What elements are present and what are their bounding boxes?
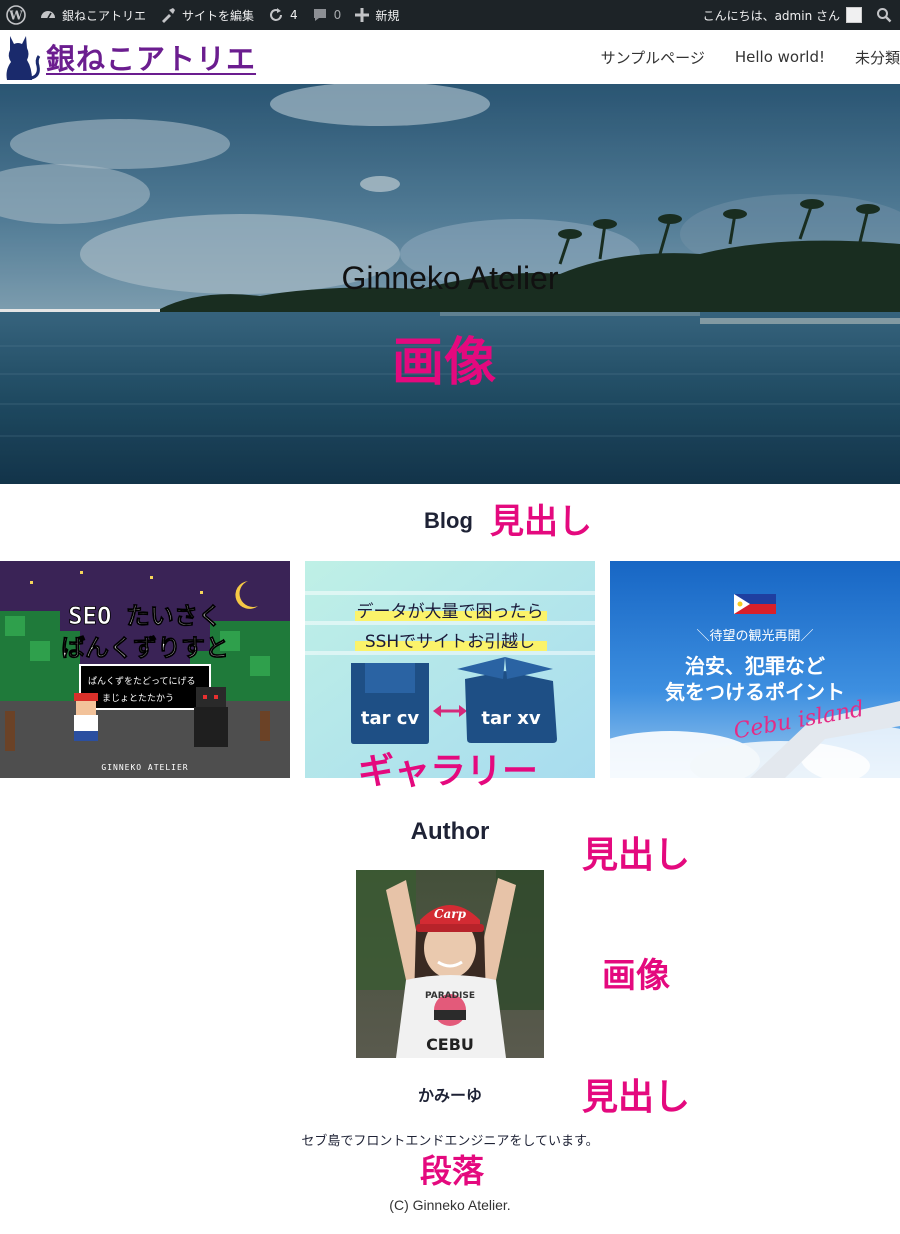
- ssh-line2: SSHでサイトお引越し: [365, 632, 535, 652]
- blog-heading: Blog: [424, 508, 473, 533]
- wordpress-icon: W: [6, 5, 26, 25]
- nav-item-hello-world[interactable]: Hello world!: [735, 48, 825, 66]
- customize-menu[interactable]: サイトを編集: [153, 0, 261, 30]
- witch-character: [194, 687, 228, 747]
- gallery-item-seo[interactable]: SEO たいさく ばんくずりすと ぱんくずをたどってにげる まじょとたたかう G…: [0, 561, 290, 778]
- search-menu[interactable]: [869, 0, 900, 30]
- hero-cover: Ginneko Atelier 画像: [0, 84, 900, 484]
- author-image-annotation: 画像: [602, 956, 670, 996]
- hero-title: Ginneko Atelier: [341, 260, 559, 296]
- author-photo: Carp PARADISE CEBU: [356, 870, 544, 1058]
- cap-text: Carp: [434, 907, 467, 921]
- my-account-menu[interactable]: こんにちは、admin さん: [696, 0, 869, 30]
- updates-count: 4: [290, 8, 298, 22]
- hero-annotation: 画像: [392, 333, 497, 393]
- site-header: 銀ねこアトリエ サンプルページ Hello world! 未分類: [0, 30, 900, 84]
- ssh-line1: データが大量で困ったら: [357, 601, 544, 622]
- cebu-line2: 気をつけるポイント: [665, 680, 845, 704]
- shirt-text: PARADISE: [425, 991, 475, 1001]
- site-name-menu[interactable]: 銀ねこアトリエ: [33, 0, 153, 30]
- ssh-box-left: tar cv: [361, 708, 420, 729]
- author-name: かみーゆ: [417, 1086, 482, 1105]
- cat-logo-icon[interactable]: [2, 30, 42, 84]
- nav-item-uncategorized[interactable]: 未分類: [855, 47, 900, 68]
- new-label: 新規: [375, 8, 400, 23]
- cebu-line1: 治安、犯罪など: [685, 654, 825, 678]
- greeting-label: こんにちは、admin さん: [702, 8, 840, 23]
- seo-brand: GINNEKO ATELIER: [101, 763, 188, 772]
- customize-label: サイトを編集: [182, 8, 255, 23]
- svg-text:W: W: [8, 9, 23, 23]
- gallery-annotation: ギャラリー: [358, 751, 539, 792]
- seo-line1: SEO たいさく: [68, 602, 222, 630]
- site-title-link[interactable]: 銀ねこアトリエ: [46, 36, 256, 78]
- shirt-text-2: CEBU: [426, 1035, 474, 1054]
- blog-heading-annotation: 見出し: [490, 502, 592, 542]
- philippines-flag-icon: [734, 594, 776, 614]
- comments-count: 0: [333, 8, 342, 22]
- seo-line2: ばんくずりすと: [61, 634, 229, 662]
- brush-icon: [162, 8, 176, 23]
- nav-item-sample-page[interactable]: サンプルページ: [601, 47, 705, 68]
- dashboard-icon: [41, 11, 55, 19]
- author-name-annotation: 見出し: [582, 1077, 691, 1118]
- comments-menu[interactable]: 0: [305, 0, 349, 30]
- avatar: [846, 7, 862, 23]
- cebu-top: ＼待望の観光再開／: [696, 628, 813, 644]
- new-content-menu[interactable]: 新規: [348, 0, 406, 30]
- update-icon: [270, 8, 283, 21]
- hero-character: [74, 693, 98, 741]
- site-name-label: 銀ねこアトリエ: [62, 8, 147, 23]
- gallery-item-cebu[interactable]: ＼待望の観光再開／ 治安、犯罪など 気をつけるポイント Cebu island: [610, 561, 900, 778]
- footer-copyright: (C) Ginneko Atelier.: [389, 1197, 511, 1213]
- author-description-annotation: 段落: [420, 1152, 485, 1190]
- ssh-box-right: tar xv: [481, 708, 541, 729]
- author-heading-annotation: 見出し: [582, 835, 691, 876]
- seo-sub1: ぱんくずをたどってにげる: [88, 676, 196, 687]
- comment-icon: [313, 9, 326, 21]
- updates-menu[interactable]: 4: [261, 0, 305, 30]
- primary-nav: サンプルページ Hello world! 未分類: [571, 30, 900, 84]
- admin-bar: W 銀ねこアトリエ サイトを編集 4 0 新規 こんにちは、admin さん: [0, 0, 900, 30]
- seo-sub2: まじょとたたかう: [102, 693, 174, 704]
- author-heading: Author: [410, 818, 490, 845]
- plus-icon: [355, 8, 370, 22]
- search-icon: [877, 8, 892, 23]
- wordpress-logo-menu[interactable]: W: [0, 0, 33, 30]
